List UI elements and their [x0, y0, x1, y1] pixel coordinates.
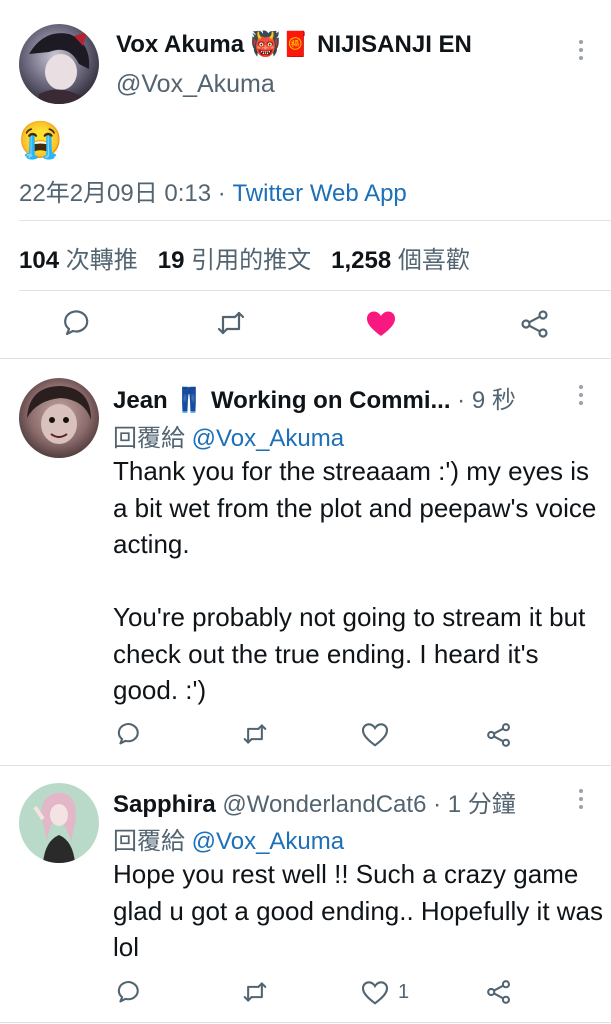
display-name-rest: Working on Commi... [210, 387, 451, 414]
name-emoji: 👹🧧 [250, 31, 311, 58]
likes-label: 個喜歡 [397, 247, 470, 274]
reply-to-prefix: 回覆給 [113, 828, 185, 855]
tweet-stats: 104 次轉推 19 引用的推文 1,258 個喜歡 [19, 240, 470, 275]
reply-name-row[interactable]: Jean 👖 Working on Commi... · 9 秒 [113, 380, 516, 415]
reply-to-line: 回覆給 @Vox_Akuma [113, 418, 344, 453]
divider [19, 290, 611, 291]
likes-count: 1,258 [331, 247, 392, 274]
retweets-stat[interactable]: 104 次轉推 [19, 247, 144, 274]
display-name[interactable]: Sapphira [113, 791, 216, 818]
reply-icon[interactable] [117, 980, 141, 1004]
avatar-jean[interactable] [19, 378, 99, 458]
retweet-icon[interactable] [242, 722, 268, 746]
retweet-icon[interactable] [242, 980, 268, 1004]
divider [0, 1022, 611, 1023]
reply-name-row[interactable]: Sapphira @WonderlandCat6 · 1 分鐘 [113, 784, 516, 819]
reply-time[interactable]: · 1 分鐘 [433, 791, 516, 818]
name-emoji: 👖 [174, 387, 205, 414]
retweets-count: 104 [19, 247, 60, 274]
reply-to-line: 回覆給 @Vox_Akuma [113, 821, 344, 856]
display-name[interactable]: Vox Akuma [116, 31, 244, 58]
like-icon[interactable] [362, 981, 388, 1005]
likes-stat[interactable]: 1,258 個喜歡 [331, 247, 470, 274]
tweet-timestamp[interactable]: 22年2月09日 0:13 [19, 180, 211, 207]
retweet-icon[interactable] [216, 309, 246, 337]
share-icon[interactable] [486, 979, 512, 1005]
reply-to-mention[interactable]: @Vox_Akuma [192, 828, 344, 855]
like-count: 1 [398, 981, 410, 1003]
user-handle[interactable]: @Vox_Akuma [116, 70, 275, 99]
more-options-icon[interactable] [578, 385, 584, 405]
share-icon[interactable] [520, 309, 550, 339]
org-name: NIJISANJI EN [317, 31, 472, 58]
tweet-meta: 22年2月09日 0:13 · Twitter Web App [19, 173, 407, 208]
reply-to-prefix: 回覆給 [113, 425, 185, 452]
more-options-icon[interactable] [578, 40, 584, 60]
divider [0, 358, 611, 359]
quotes-count: 19 [157, 247, 185, 274]
reply-text: Hope you rest well !! Such a crazy game … [113, 859, 611, 962]
reply-icon[interactable] [117, 722, 141, 746]
tweet-content-emoji: 😭 [18, 119, 63, 160]
quotes-stat[interactable]: 19 引用的推文 [158, 247, 318, 274]
main-tweet-name-row[interactable]: Vox Akuma 👹🧧 NIJISANJI EN [116, 30, 472, 59]
divider [0, 765, 611, 766]
quotes-label: 引用的推文 [191, 247, 312, 274]
retweets-label: 次轉推 [65, 247, 138, 274]
reply-icon[interactable] [63, 309, 91, 337]
avatar-sapphira[interactable] [19, 783, 99, 863]
like-icon[interactable] [362, 723, 388, 747]
user-handle[interactable]: @WonderlandCat6 [222, 791, 426, 818]
reply-to-mention[interactable]: @Vox_Akuma [192, 425, 344, 452]
meta-separator: · [217, 180, 226, 207]
divider [19, 220, 611, 221]
reply-text: Thank you for the streaaam :') my eyes i… [113, 456, 597, 705]
avatar-vox-akuma[interactable] [19, 24, 99, 104]
tweet-source[interactable]: Twitter Web App [232, 180, 406, 207]
like-icon[interactable] [366, 310, 396, 338]
more-options-icon[interactable] [578, 789, 584, 809]
reply-time[interactable]: · 9 秒 [457, 387, 516, 414]
display-name[interactable]: Jean [113, 387, 168, 414]
share-icon[interactable] [486, 722, 512, 748]
